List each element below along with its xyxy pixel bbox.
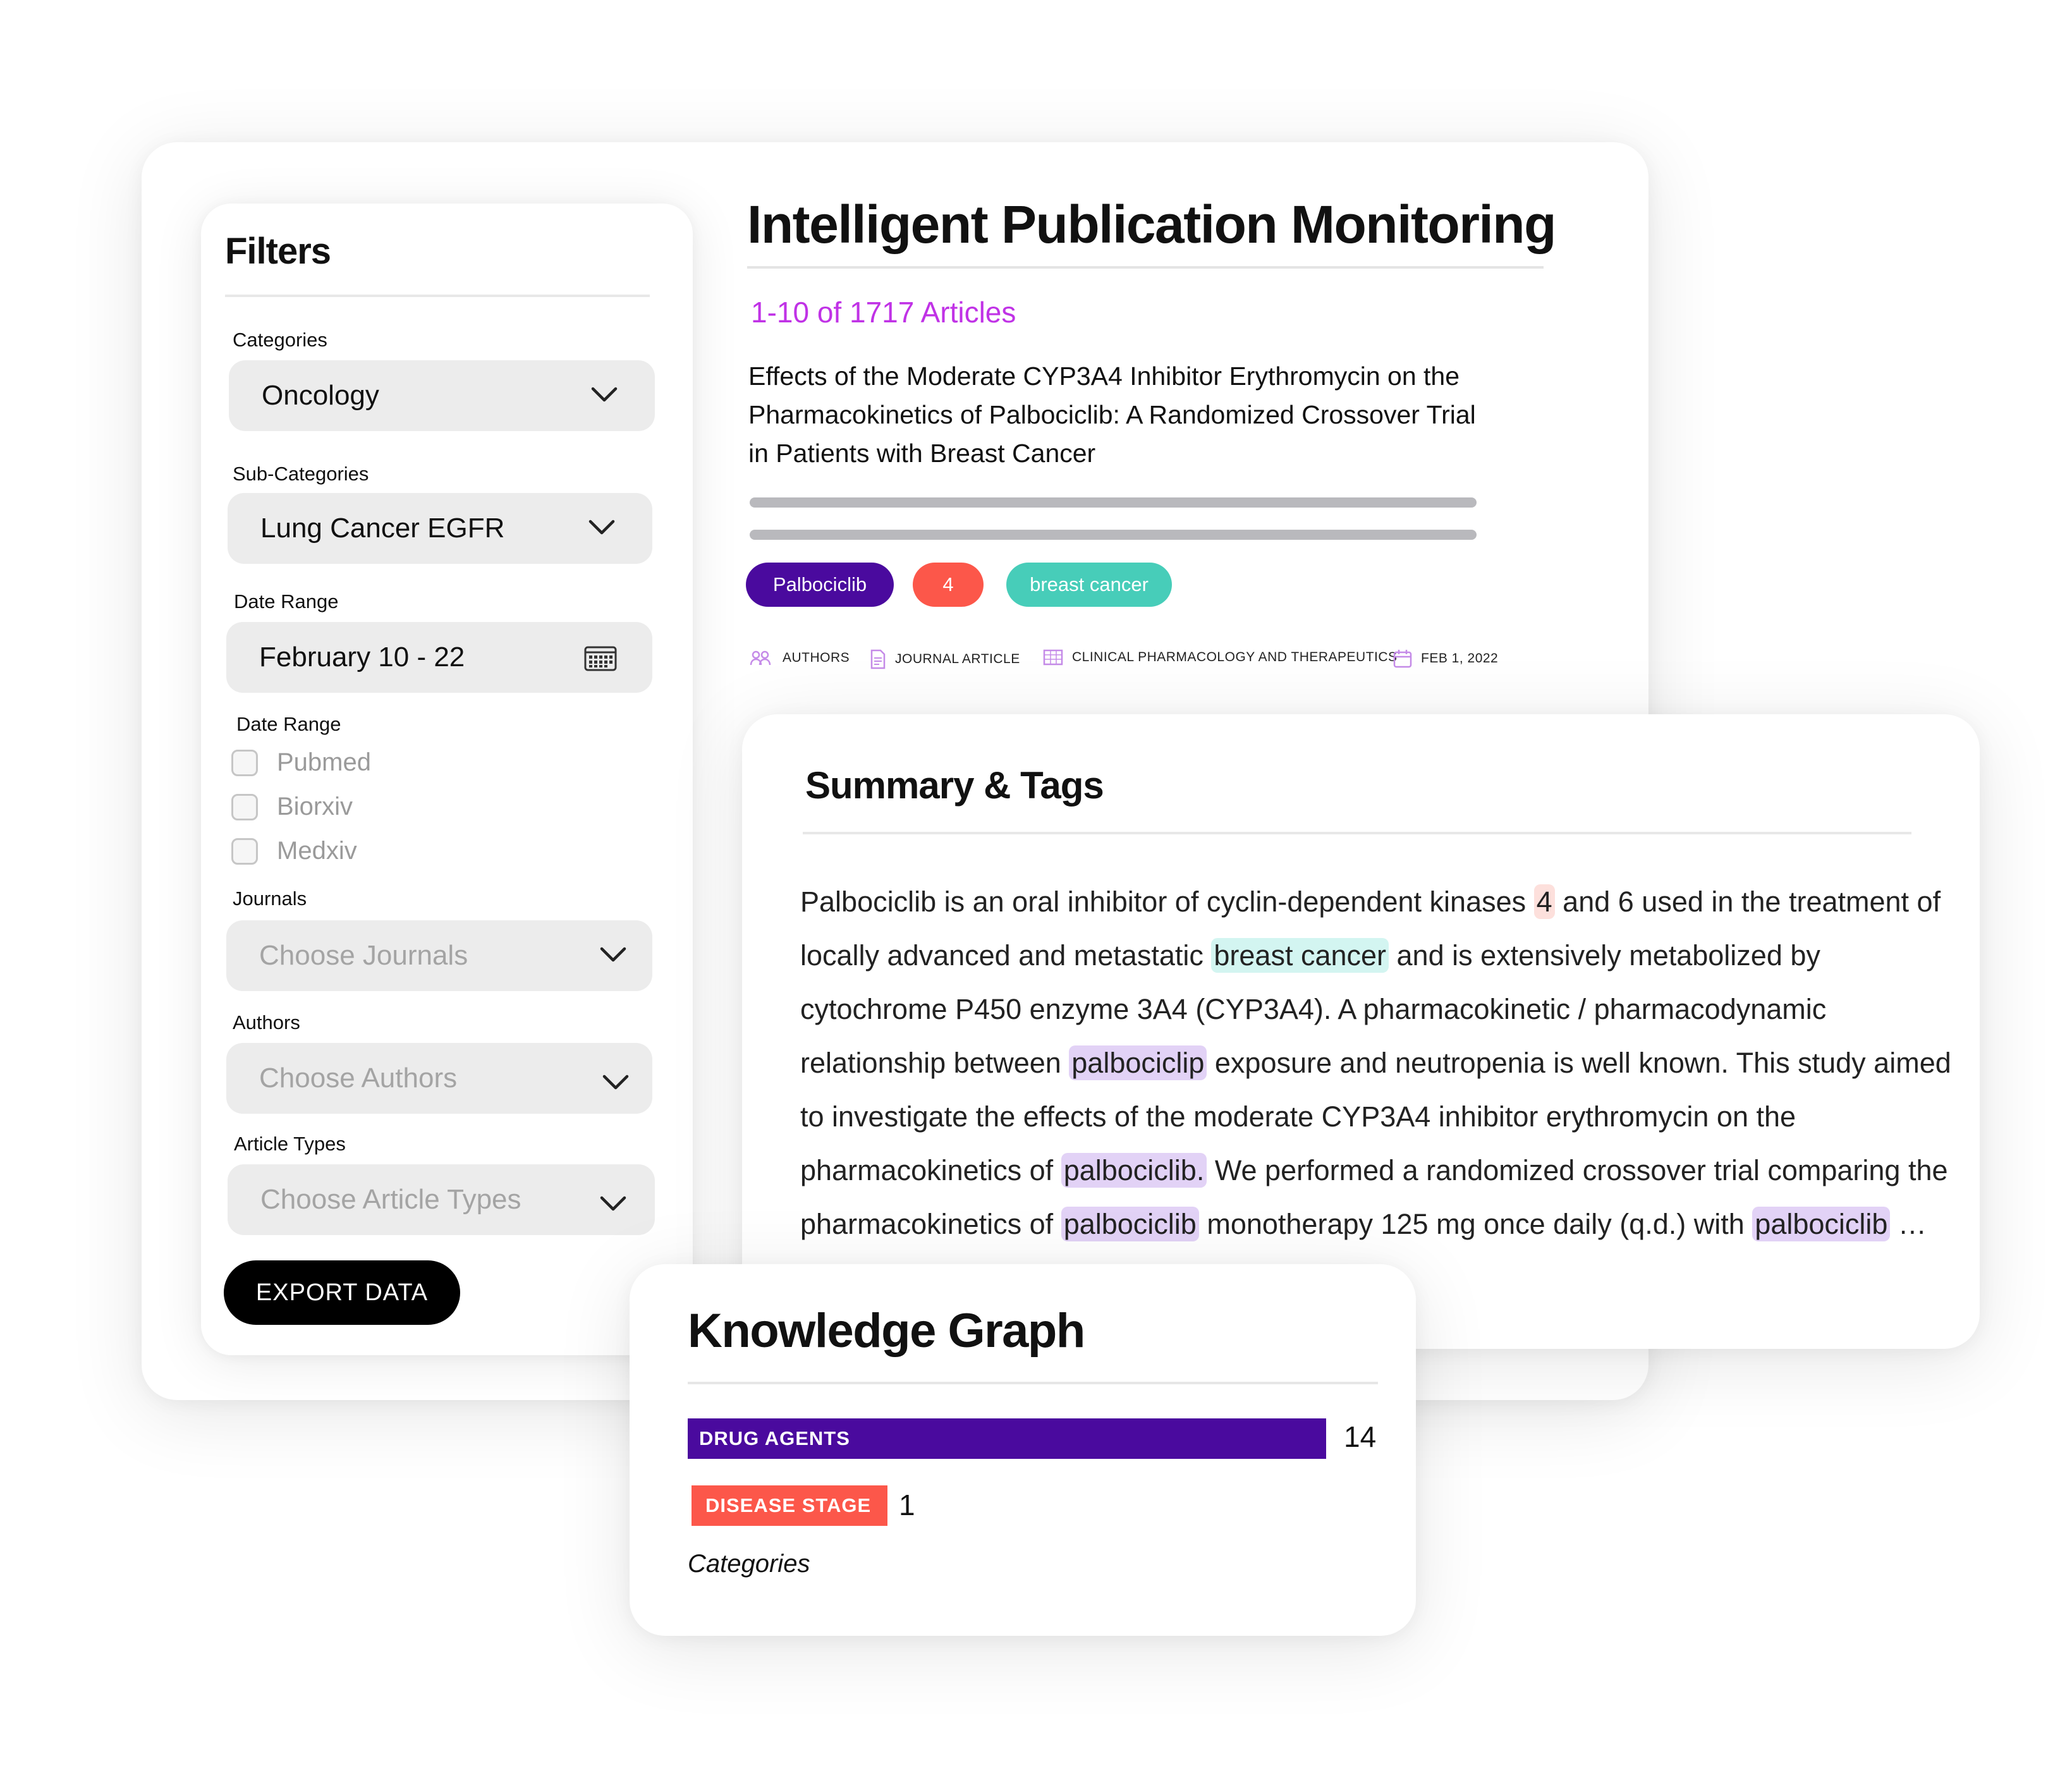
article-types-select[interactable]: Choose Article Types xyxy=(228,1164,655,1235)
date-range-label: Date Range xyxy=(234,590,339,612)
meta-article-type: JOURNAL ARTICLE xyxy=(870,649,1020,669)
sources-label: Date Range xyxy=(236,713,341,735)
source-option-label: Pubmed xyxy=(277,748,371,776)
journals-placeholder: Choose Journals xyxy=(259,940,468,971)
meta-date: FEB 1, 2022 xyxy=(1393,649,1498,668)
sub-categories-select[interactable]: Lung Cancer EGFR xyxy=(228,493,652,564)
checkbox[interactable] xyxy=(231,838,258,865)
date-range-picker[interactable]: February 10 - 22 xyxy=(226,622,652,693)
summary-segment: monotherapy 125 mg once daily (q.d.) wit… xyxy=(1198,1208,1753,1240)
filters-title: Filters xyxy=(225,231,331,272)
source-option-label: Medxiv xyxy=(277,837,357,865)
chevron-down-icon xyxy=(599,1195,627,1212)
abstract-placeholder-line xyxy=(750,497,1477,508)
kg-bar-drug-agents[interactable]: DRUG AGENTS xyxy=(688,1418,1326,1459)
kg-bar-label: DRUG AGENTS xyxy=(699,1427,850,1449)
calendar-icon xyxy=(1393,649,1412,668)
article-types-label: Article Types xyxy=(234,1133,346,1155)
source-option-medxiv[interactable]: Medxiv xyxy=(231,837,357,865)
filters-panel: Filters Categories Oncology Sub-Categori… xyxy=(201,204,693,1355)
knowledge-graph-divider xyxy=(688,1382,1378,1384)
filters-divider xyxy=(225,295,650,297)
highlight-kinase-4[interactable]: 4 xyxy=(1533,884,1555,919)
authors-label: Authors xyxy=(233,1011,300,1033)
authors-placeholder: Choose Authors xyxy=(259,1063,458,1094)
kg-bar-value: 1 xyxy=(899,1489,915,1521)
summary-segment: Palbociclib is an oral inhibitor of cycl… xyxy=(800,886,1534,918)
authors-select[interactable]: Choose Authors xyxy=(226,1043,652,1114)
chevron-down-icon xyxy=(602,1073,630,1091)
article-title-line: Pharmacokinetics of Palbociclib: A Rando… xyxy=(748,400,1476,429)
summary-text: Palbociclib is an oral inhibitor of cycl… xyxy=(800,875,1957,1305)
journal-icon xyxy=(1043,649,1063,666)
meta-journal-label: CLINICAL PHARMACOLOGY AND THERAPEUTICS xyxy=(1072,650,1398,664)
summary-title: Summary & Tags xyxy=(805,764,1104,807)
meta-journal[interactable]: CLINICAL PHARMACOLOGY AND THERAPEUTICS xyxy=(1043,649,1398,666)
abstract-placeholder-line xyxy=(750,530,1477,540)
meta-authors[interactable]: AUTHORS xyxy=(750,649,850,667)
tag-breast-cancer[interactable]: breast cancer xyxy=(1006,563,1172,607)
categories-label: Categories xyxy=(233,329,327,351)
highlight-palbociclib[interactable]: palbociclip xyxy=(1069,1045,1207,1080)
article-title[interactable]: Effects of the Moderate CYP3A4 Inhibitor… xyxy=(748,357,1595,473)
summary-divider xyxy=(803,832,1911,834)
journals-select[interactable]: Choose Journals xyxy=(226,920,652,991)
highlight-breast-cancer[interactable]: breast cancer xyxy=(1211,938,1389,973)
calendar-icon[interactable] xyxy=(584,646,617,678)
users-icon xyxy=(750,649,774,667)
sub-categories-value: Lung Cancer EGFR xyxy=(260,513,505,544)
sub-categories-label: Sub-Categories xyxy=(233,463,369,485)
article-count: 1-10 of 1717 Articles xyxy=(751,296,1016,329)
meta-date-label: FEB 1, 2022 xyxy=(1421,651,1499,666)
article-title-line: in Patients with Breast Cancer xyxy=(748,439,1096,468)
checkbox[interactable] xyxy=(231,793,258,820)
source-option-pubmed[interactable]: Pubmed xyxy=(231,748,371,777)
tag-kinase-4[interactable]: 4 xyxy=(913,563,984,607)
tag-palbociclib[interactable]: Palbociclib xyxy=(746,563,894,607)
checkbox[interactable] xyxy=(231,749,258,776)
document-icon xyxy=(870,649,886,669)
meta-type-label: JOURNAL ARTICLE xyxy=(895,652,1020,666)
meta-authors-label: AUTHORS xyxy=(783,650,850,665)
categories-select[interactable]: Oncology xyxy=(229,360,655,431)
page-title: Intelligent Publication Monitoring xyxy=(747,195,1556,254)
article-types-placeholder: Choose Article Types xyxy=(260,1184,521,1215)
categories-value: Oncology xyxy=(262,380,379,411)
kg-bar-value: 14 xyxy=(1344,1420,1377,1453)
chevron-down-icon xyxy=(599,946,627,963)
highlight-palbociclib[interactable]: palbociclib xyxy=(1061,1207,1199,1241)
title-divider xyxy=(747,266,1544,269)
date-range-value: February 10 - 22 xyxy=(259,642,465,673)
knowledge-graph-title: Knowledge Graph xyxy=(688,1304,1085,1358)
kg-bar-label: DISEASE STAGE xyxy=(705,1494,872,1516)
chevron-down-icon xyxy=(590,386,618,403)
source-option-biorxiv[interactable]: Biorxiv xyxy=(231,793,353,821)
journals-label: Journals xyxy=(233,887,307,910)
article-title-line: Effects of the Moderate CYP3A4 Inhibitor… xyxy=(748,362,1460,391)
source-option-label: Biorxiv xyxy=(277,793,353,820)
kg-categories-label[interactable]: Categories xyxy=(688,1550,810,1578)
kg-bar-disease-stage[interactable]: DISEASE STAGE xyxy=(692,1485,887,1526)
chevron-down-icon xyxy=(588,518,616,536)
highlight-palbociclib[interactable]: palbociclib xyxy=(1752,1207,1891,1241)
export-data-button[interactable]: EXPORT DATA xyxy=(224,1260,460,1325)
highlight-palbociclib[interactable]: palbociclib. xyxy=(1061,1153,1207,1188)
knowledge-graph-panel: Knowledge Graph DRUG AGENTS 14 DISEASE S… xyxy=(630,1264,1416,1636)
summary-panel: Summary & Tags Palbociclib is an oral in… xyxy=(742,714,1980,1349)
